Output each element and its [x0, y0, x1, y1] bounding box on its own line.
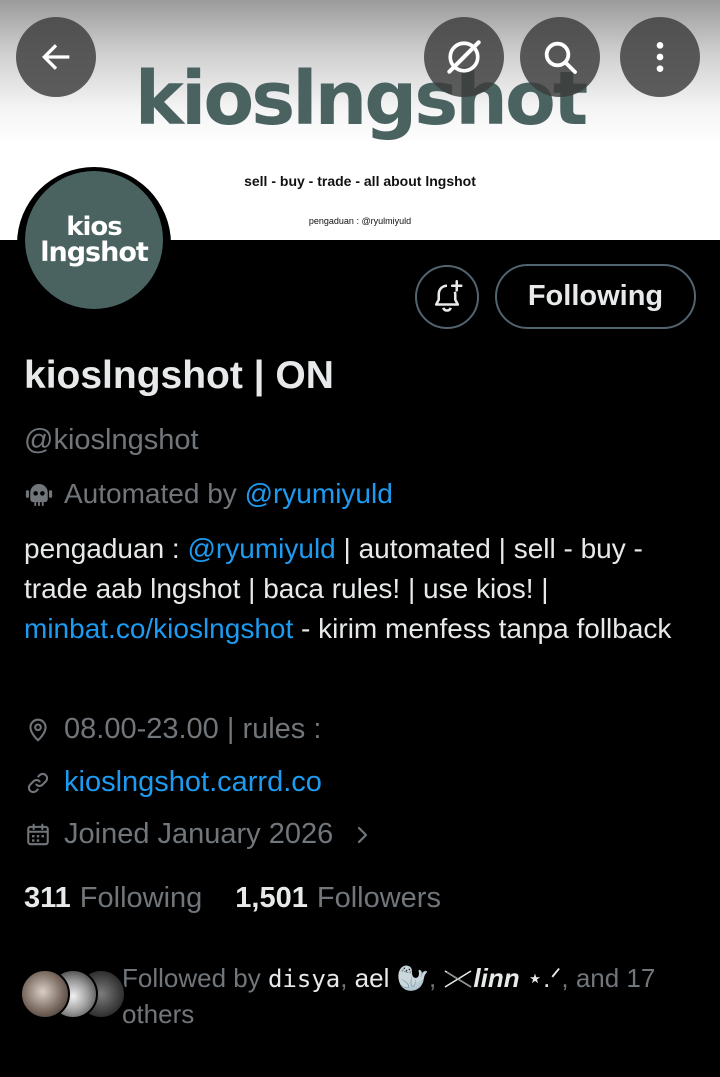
avatar[interactable]: kios lngshot — [17, 167, 171, 321]
avatar-text-line1: kios — [66, 211, 123, 242]
followers-count-link[interactable]: 1,501 Followers — [235, 882, 441, 915]
bio-mention-link[interactable]: @ryumiyuld — [188, 533, 336, 564]
automated-prefix: Automated by — [64, 478, 237, 509]
automated-by-link[interactable]: @ryumiyuld — [245, 478, 393, 510]
more-button[interactable] — [620, 17, 700, 97]
follower-name: disya — [267, 965, 341, 993]
arrow-left-icon — [42, 44, 70, 70]
username: @kioslngshot — [24, 424, 199, 456]
bio-text: pengaduan : — [24, 533, 188, 564]
bio-text: - kirim menfess tanpa follback — [293, 613, 672, 644]
followers-count: 1,501 — [235, 882, 308, 914]
joined-text: Joined January 2026 — [64, 818, 334, 850]
followers-label: Followers — [316, 882, 441, 914]
follower-name-suffix: ⋆.ᐟ — [519, 963, 562, 993]
cross-swords-icon — [445, 970, 472, 988]
following-count: 311 — [24, 882, 71, 914]
followed-by-avatars[interactable] — [20, 969, 126, 1021]
chevron-right-icon — [353, 823, 373, 847]
joined-row[interactable]: Joined January 2026 — [24, 818, 373, 851]
search-icon — [544, 41, 577, 74]
following-button[interactable]: Following — [495, 264, 696, 329]
follower-name: linn — [473, 963, 520, 993]
follower-name: ael 🦭 — [354, 963, 429, 993]
website-link[interactable]: kioslngshot.carrd.co — [64, 766, 322, 799]
bio: pengaduan : @ryumiyuld | automated | sel… — [24, 529, 696, 649]
display-name: kioslngshot | ON — [24, 354, 334, 397]
link-icon — [24, 770, 52, 796]
location-text: 08.00-23.00 | rules : — [64, 713, 322, 745]
avatar-image: kios lngshot — [25, 171, 163, 309]
followed-by-text[interactable]: Followed by disya, ael 🦭, linn ⋆.ᐟ, and … — [122, 961, 682, 1032]
website-row[interactable]: kioslngshot.carrd.co — [24, 766, 322, 799]
grok-icon — [447, 40, 481, 74]
bot-icon — [25, 484, 53, 506]
grok-button[interactable] — [424, 17, 504, 97]
automated-label: Automated by @ryumiyuld — [24, 478, 393, 510]
follow-stats: 311 Following 1,501 Followers — [24, 882, 474, 915]
following-count-link[interactable]: 311 Following — [24, 882, 202, 915]
separator: , — [340, 963, 355, 993]
location-pin-icon — [24, 717, 52, 743]
search-button[interactable] — [520, 17, 600, 97]
banner-title: kioslngshot — [134, 56, 588, 142]
avatar-text-line2: lngshot — [40, 236, 149, 268]
location-row: 08.00-23.00 | rules : — [24, 713, 321, 746]
notifications-button[interactable] — [415, 265, 479, 329]
followed-by-prefix: Followed by — [122, 963, 268, 993]
following-label: Following — [79, 882, 203, 914]
bell-plus-icon — [434, 279, 463, 312]
calendar-icon — [24, 822, 52, 848]
avatar — [20, 969, 70, 1019]
separator: , — [428, 963, 444, 993]
more-vertical-icon — [656, 42, 664, 72]
bio-url-link[interactable]: minbat.co/kioslngshot — [24, 613, 293, 644]
back-button[interactable] — [16, 17, 96, 97]
